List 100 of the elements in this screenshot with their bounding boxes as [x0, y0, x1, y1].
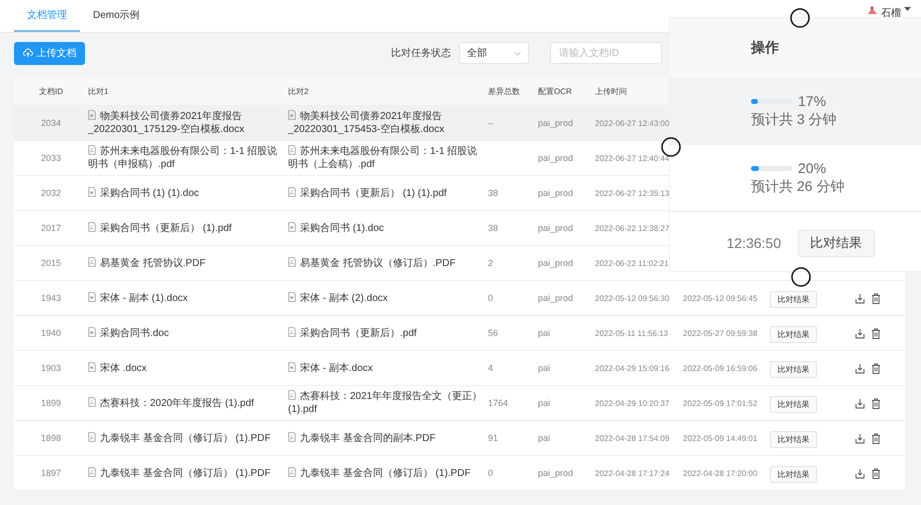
table-cell-text: 2022-04-28 17:17:24 [595, 468, 670, 478]
table-cell-text: 1898 [40, 433, 62, 443]
upload-cloud-icon [22, 48, 32, 58]
file-name: 苏州未来电器股份有限公司：1-1 招股说明书（申报稿）.pdf [88, 145, 278, 171]
table-row[interactable]: 1903 宋体 .docx 宋体 - 副本.docx 4 pai 2022-04-29 15:09:16 2022-05-09 16:59:06 比对结果 [14, 351, 905, 386]
table-cell-text: 91 [488, 433, 500, 443]
file-name: 九泰锐丰 基金合同（修订后） (1).PDF [88, 432, 288, 444]
column-header: 比对2 [288, 86, 310, 97]
pdf-file-icon [288, 145, 296, 155]
result-button[interactable]: 比对结果 [770, 290, 817, 308]
search-field[interactable]: 请输入文档ID [550, 42, 662, 64]
table-cell-text: 2022-04-29 15:09:16 [595, 364, 670, 372]
result-button[interactable]: 比对结果 [770, 466, 817, 482]
table-cell-text: 2022-05-09 17:01:52 [683, 398, 758, 408]
result-button[interactable]: 比对结果 [770, 326, 817, 342]
file-name: 易基黄金 托管协议（修订后）.PDF [288, 256, 488, 270]
table-cell-text: 2022-04-29 10:20:37 [595, 398, 670, 408]
pdf-file-icon [88, 222, 96, 232]
result-button[interactable]: 比对结果 [770, 360, 817, 378]
table-cell-text: pai_prod [538, 223, 574, 233]
table-cell-text: 0 [488, 293, 494, 303]
file-name: 物美科技公司债券2021年度报告_20220301_175129-空白模板.docx [88, 110, 246, 136]
table-cell-text: 2022-05-27 09:59:38 [683, 328, 758, 338]
table-cell-text: 2022-06-22 11:02:21 [595, 258, 670, 268]
pdf-file-icon [288, 326, 296, 336]
progress-percent: 20% [798, 160, 826, 176]
circle-marker-icon [791, 267, 811, 287]
word-file-icon [288, 362, 296, 372]
table-row[interactable]: 1897 九泰锐丰 基金合同（修订后） (1).PDF 九泰锐丰 基金合同（修订后） (1).PDF 0 pai_prod 2022-04-28 17:17:24 2022-04-28 17:20:00 比对结果 [14, 456, 905, 491]
circle-marker-icon [661, 137, 681, 157]
file-name: 采购合同书（更新后）.pdf [288, 326, 488, 340]
file-name: 宋体 - 副本 (1).docx [88, 292, 288, 304]
pdf-file-icon [88, 432, 96, 442]
table-cell-text: 56 [488, 328, 500, 338]
file-name: 采购合同书 (1) (1).doc [88, 186, 288, 200]
progress-percent: 17% [798, 93, 826, 109]
file-name: 宋体 - 副本 (2).docx [288, 292, 488, 304]
pdf-file-icon [288, 466, 296, 476]
table-cell-text: pai [538, 398, 552, 408]
table-cell-text: 2022-05-11 11:56:13 [595, 328, 670, 338]
delete-icon[interactable] [871, 328, 881, 338]
column-header: 操作 [751, 39, 779, 57]
column-header: 比对1 [88, 86, 110, 97]
pdf-file-icon [288, 432, 296, 442]
tab[interactable]: Demo示例 [80, 0, 153, 32]
file-name: 宋体 .docx [88, 362, 288, 374]
pdf-file-icon [288, 390, 296, 400]
table-cell-text: pai [538, 328, 552, 338]
table-cell-text: – [488, 118, 494, 128]
table-cell-text: 2017 [40, 223, 62, 233]
table-cell-text: pai [538, 363, 552, 373]
download-icon[interactable] [855, 398, 865, 408]
table-cell-text: 2022-06-27 12:43:00 [595, 118, 670, 128]
table-cell-text: 1899 [40, 398, 62, 408]
table-cell-text: 4 [488, 363, 494, 373]
delete-icon[interactable] [871, 398, 881, 408]
table-row[interactable]: 1940 采购合同书.doc 采购合同书（更新后）.pdf 56 pai 2022-05-11 11:56:13 2022-05-27 09:59:38 比对结果 [14, 316, 905, 351]
table-cell-text: pai_prod [538, 188, 574, 198]
table-cell-text: pai_prod [538, 468, 574, 478]
table-cell-text: 0 [488, 468, 494, 478]
delete-icon[interactable] [871, 432, 881, 444]
pdf-file-icon [88, 256, 96, 266]
table-cell-text: pai [538, 433, 552, 443]
avatar-icon [867, 6, 878, 15]
delete-icon[interactable] [871, 292, 881, 304]
column-header: 上传时间 [595, 86, 628, 97]
chevron-down-icon [514, 50, 521, 56]
file-name: 物美科技公司债券2021年度报告_20220301_175453-空白模板.docx [288, 110, 446, 136]
table-cell-text: 38 [488, 223, 500, 233]
table-cell-text: 2022-05-09 16:59:06 [683, 364, 758, 372]
result-button[interactable]: 比对结果 [770, 430, 817, 448]
status-select[interactable]: 全部 [459, 42, 529, 64]
download-icon[interactable] [855, 432, 865, 444]
file-name: 九泰锐丰 基金合同（修订后） (1).PDF [288, 466, 488, 480]
result-button[interactable]: 比对结果 [770, 396, 817, 412]
delete-icon[interactable] [871, 468, 881, 478]
result-button[interactable]: 比对结果 [798, 230, 874, 256]
file-name: 九泰锐丰 基金合同（修订后） (1).PDF [88, 466, 288, 480]
download-icon[interactable] [855, 328, 865, 338]
download-icon[interactable] [855, 468, 865, 478]
table-cell-text: 2022-06-22 12:38:27 [595, 224, 670, 232]
table-cell-text: 2022-04-28 17:20:00 [683, 468, 758, 478]
user-name[interactable]: 石榴 [881, 6, 901, 20]
table-cell-text: 2015 [40, 258, 62, 268]
caret-icon[interactable] [904, 6, 911, 12]
download-icon[interactable] [855, 292, 865, 304]
file-name: 采购合同书（更新后） (1) (1).pdf [288, 186, 488, 200]
estimate-text: 预计共 3 分钟 [751, 111, 838, 129]
table-cell-text: 2032 [40, 188, 62, 198]
table-cell-text: 2034 [40, 118, 62, 128]
pdf-file-icon [88, 396, 96, 406]
download-icon[interactable] [855, 362, 865, 374]
table-row[interactable]: 1943 宋体 - 副本 (1).docx 宋体 - 副本 (2).docx 0 pai_prod 2022-05-12 09:56:30 2022-05-12 09:56:45 比对结果 [14, 281, 905, 316]
file-name: 苏州未来电器股份有限公司：1-1 招股说明书（上会稿）.pdf [288, 145, 478, 171]
table-cell-text: 2022-06-27 12:40:44 [595, 154, 670, 162]
table-cell-text: 1897 [40, 468, 62, 478]
table-cell-text: 2022-05-12 09:56:30 [595, 294, 670, 302]
table-row[interactable]: 1898 九泰锐丰 基金合同（修订后） (1).PDF 九泰锐丰 基金合同的副本.PDF 91 pai 2022-04-28 17:54:09 2022-05-09 14:49:01 比对结果 [14, 421, 905, 456]
delete-icon[interactable] [871, 362, 881, 374]
pdf-file-icon [288, 186, 296, 196]
